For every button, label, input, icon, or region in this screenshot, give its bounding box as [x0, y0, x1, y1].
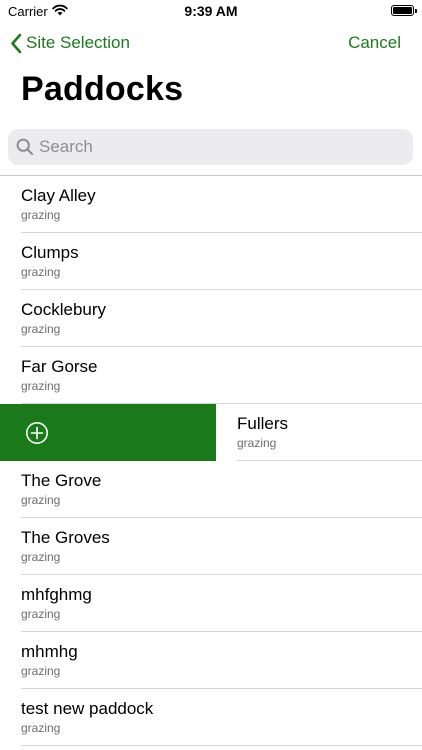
chevron-left-icon [11, 33, 22, 53]
page-title: Paddocks [21, 70, 184, 108]
back-button-label: Site Selection [26, 33, 130, 52]
list-item[interactable]: mhfghmg grazing [0, 575, 422, 632]
list-item[interactable]: Clumps grazing [0, 233, 422, 290]
paddock-name: Fullers [237, 414, 289, 433]
navigation-bar: Site Selection Cancel [0, 26, 422, 60]
paddock-type: grazing [21, 607, 61, 621]
paddock-type: grazing [21, 664, 61, 678]
status-bar: Carrier 9:39 AM [0, 0, 422, 24]
paddock-name: Clay Alley [21, 186, 96, 205]
paddock-type: grazing [21, 379, 61, 393]
paddock-type: grazing [21, 550, 61, 564]
list-item[interactable]: mhmhg grazing [0, 632, 422, 689]
list-item[interactable]: The Grove grazing [0, 461, 422, 518]
search-icon [16, 138, 34, 156]
paddock-list: Clay Alley grazing Clumps grazing Cocklebury… [0, 176, 422, 746]
paddock-type: grazing [21, 322, 61, 336]
paddock-name: Cocklebury [21, 300, 107, 319]
list-item[interactable]: Cocklebury grazing [0, 290, 422, 347]
paddock-name: Far Gorse [21, 357, 98, 376]
paddock-name: Clumps [21, 243, 79, 262]
list-item[interactable]: Far Gorse grazing [0, 347, 422, 404]
paddock-name: mhfghmg [21, 585, 92, 604]
back-button[interactable]: Site Selection [10, 31, 130, 55]
add-circle-icon [26, 422, 48, 444]
paddock-type: grazing [21, 721, 61, 735]
paddock-type: grazing [21, 493, 61, 507]
list-item[interactable]: The Groves grazing [0, 518, 422, 575]
add-action-button[interactable] [0, 404, 216, 461]
list-item[interactable]: Clay Alley grazing [0, 176, 422, 233]
paddock-name: mhmhg [21, 642, 78, 661]
paddock-type: grazing [21, 265, 61, 279]
paddock-name: The Grove [21, 471, 102, 490]
battery-icon [391, 5, 417, 16]
list-item[interactable]: test new paddock grazing [0, 689, 422, 746]
list-item[interactable]: Fullers grazing [0, 404, 422, 461]
paddock-type: grazing [237, 436, 277, 450]
cancel-button[interactable]: Cancel [348, 33, 401, 53]
paddock-name: test new paddock [21, 699, 154, 718]
clock-time: 9:39 AM [184, 3, 238, 19]
paddock-name: The Groves [21, 528, 110, 547]
search-input[interactable] [39, 129, 399, 165]
paddock-type: grazing [21, 208, 61, 222]
search-bar[interactable] [8, 129, 413, 165]
row-separator [21, 745, 422, 746]
list-item-content[interactable]: Fullers grazing [216, 404, 422, 461]
